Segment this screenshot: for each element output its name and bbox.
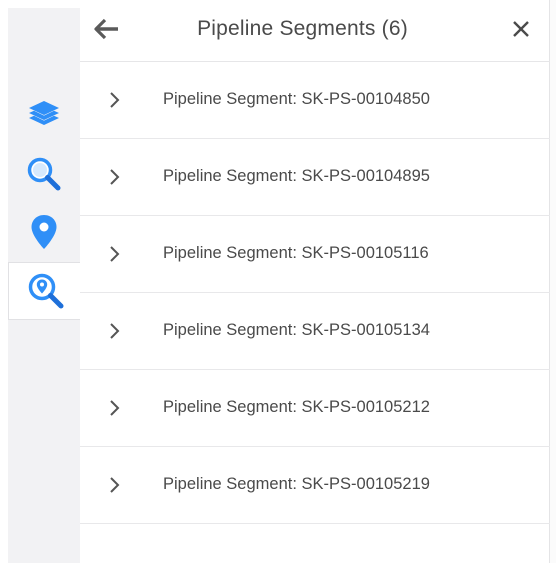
list-item-label: Pipeline Segment: SK-PS-00105116 (163, 244, 429, 262)
list-item-label: Pipeline Segment: SK-PS-00105134 (163, 321, 430, 339)
layers-icon (29, 101, 59, 125)
close-button[interactable] (507, 14, 535, 44)
chevron-right-icon (110, 477, 120, 493)
list-item-label: Pipeline Segment: SK-PS-00104895 (163, 167, 430, 185)
close-icon (513, 21, 529, 37)
chevron-right-icon (110, 169, 120, 185)
results-panel: Pipeline Segments (6) Pipeline Segment: … (80, 0, 550, 563)
location-search-icon (28, 273, 63, 309)
location-pin-icon (31, 215, 57, 249)
search-icon (27, 157, 61, 191)
app-window: Pipeline Segments (6) Pipeline Segment: … (0, 0, 556, 563)
sidebar-search-button[interactable] (8, 148, 80, 200)
segment-list: Pipeline Segment: SK-PS-00104850 Pipelin… (80, 62, 550, 524)
list-item[interactable]: Pipeline Segment: SK-PS-00104895 (80, 139, 550, 216)
panel-header: Pipeline Segments (6) (80, 0, 550, 62)
list-item-label: Pipeline Segment: SK-PS-00104850 (163, 90, 430, 108)
sidebar-layers-button[interactable] (8, 88, 80, 140)
chevron-right-icon (110, 92, 120, 108)
list-item[interactable]: Pipeline Segment: SK-PS-00105219 (80, 447, 550, 524)
list-item[interactable]: Pipeline Segment: SK-PS-00105134 (80, 293, 550, 370)
list-item-label: Pipeline Segment: SK-PS-00105219 (163, 475, 430, 493)
list-item[interactable]: Pipeline Segment: SK-PS-00105116 (80, 216, 550, 293)
sidebar (8, 8, 82, 563)
chevron-right-icon (110, 246, 120, 262)
map-edge (550, 0, 556, 563)
chevron-right-icon (110, 400, 120, 416)
outer-margin (0, 0, 8, 563)
chevron-right-icon (110, 323, 120, 339)
list-item[interactable]: Pipeline Segment: SK-PS-00105212 (80, 370, 550, 447)
sidebar-location-search-button[interactable] (8, 262, 82, 320)
list-item[interactable]: Pipeline Segment: SK-PS-00104850 (80, 62, 550, 139)
sidebar-location-button[interactable] (8, 206, 80, 258)
list-item-label: Pipeline Segment: SK-PS-00105212 (163, 398, 430, 416)
panel-title: Pipeline Segments (6) (197, 17, 408, 40)
